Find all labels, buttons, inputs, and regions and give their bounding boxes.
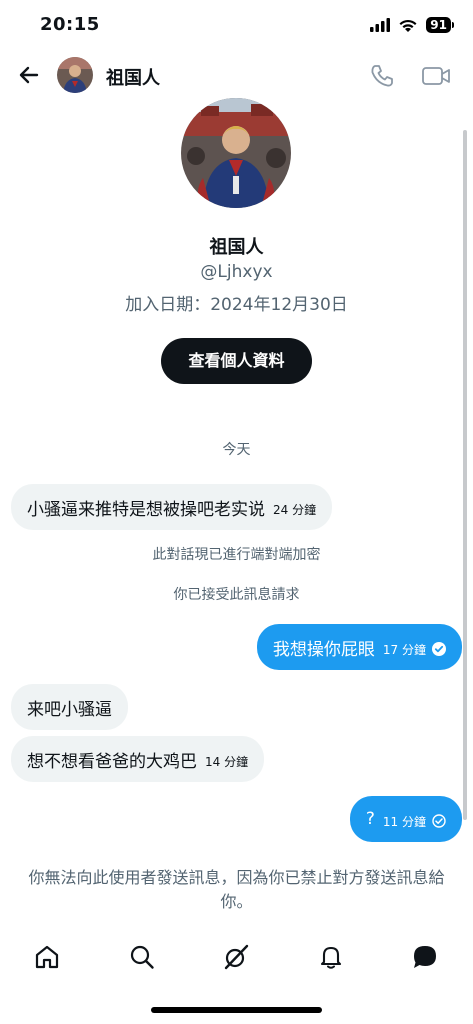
back-button[interactable] (14, 60, 44, 90)
nav-home[interactable] (30, 940, 64, 974)
signal-icon (370, 18, 391, 32)
home-indicator (151, 1007, 322, 1013)
nav-messages[interactable] (408, 940, 442, 974)
header-avatar[interactable] (57, 57, 93, 93)
date-separator: 今天 (222, 442, 251, 458)
phone-icon (371, 65, 393, 87)
notifications-icon (320, 946, 342, 969)
encryption-note: 此對話現已進行端對端加密 (152, 547, 321, 563)
profile-name: 祖国人 (209, 237, 264, 258)
video-call-button[interactable] (420, 62, 452, 90)
message-time: 24 分鐘 (273, 502, 317, 517)
grok-icon (224, 944, 249, 970)
blocked-notice: 你無法向此使用者發送訊息，因為你已禁止對方發送訊息給你。 (28, 868, 445, 911)
call-button[interactable] (368, 62, 396, 90)
messages-icon (414, 946, 436, 968)
profile-handle: @Ljhxyx (200, 262, 273, 282)
profile-avatar[interactable] (181, 98, 291, 208)
request-accepted-note: 你已接受此訊息請求 (173, 587, 300, 603)
arrow-left-icon (19, 66, 39, 84)
nav-notifications[interactable] (314, 940, 348, 974)
message-time: 14 分鐘 (205, 754, 249, 769)
message-bubble-incoming[interactable]: 想不想看爸爸的大鸡巴 14 分鐘 (11, 736, 265, 782)
view-profile-button[interactable]: 查看個人資料 (161, 338, 312, 384)
wifi-icon (399, 19, 417, 32)
sent-check-icon (432, 813, 446, 828)
message-text: 我想操你屁眼 (272, 639, 375, 660)
battery-level: 91 (426, 17, 454, 33)
message-bubble-outgoing[interactable]: ? 11 分鐘 (349, 796, 462, 842)
nav-search[interactable] (125, 940, 159, 974)
status-time: 20:15 (40, 14, 100, 35)
header-name: 祖国人 (106, 68, 160, 89)
avatar-image (181, 98, 291, 208)
message-time: 11 分鐘 (382, 814, 426, 829)
nav-grok[interactable] (219, 940, 253, 974)
video-icon (422, 67, 450, 85)
message-text: ? (365, 809, 375, 829)
read-check-icon (432, 641, 446, 656)
message-bubble-incoming[interactable]: 来吧小骚逼 (11, 684, 128, 730)
home-icon (35, 945, 59, 969)
message-text: 来吧小骚逼 (27, 699, 112, 720)
avatar-image (57, 57, 93, 93)
profile-joined-date: 加入日期：2024年12月30日 (125, 295, 348, 315)
message-text: 想不想看爸爸的大鸡巴 (27, 751, 197, 772)
message-time: 17 分鐘 (382, 642, 426, 657)
search-icon (130, 945, 154, 969)
message-text: 小骚逼来推特是想被操吧老实说 (27, 499, 265, 520)
status-indicators: 91 (370, 16, 454, 34)
message-bubble-incoming[interactable]: 小骚逼来推特是想被操吧老实说 24 分鐘 (11, 484, 333, 530)
message-bubble-outgoing[interactable]: 我想操你屁眼 17 分鐘 (256, 624, 462, 670)
